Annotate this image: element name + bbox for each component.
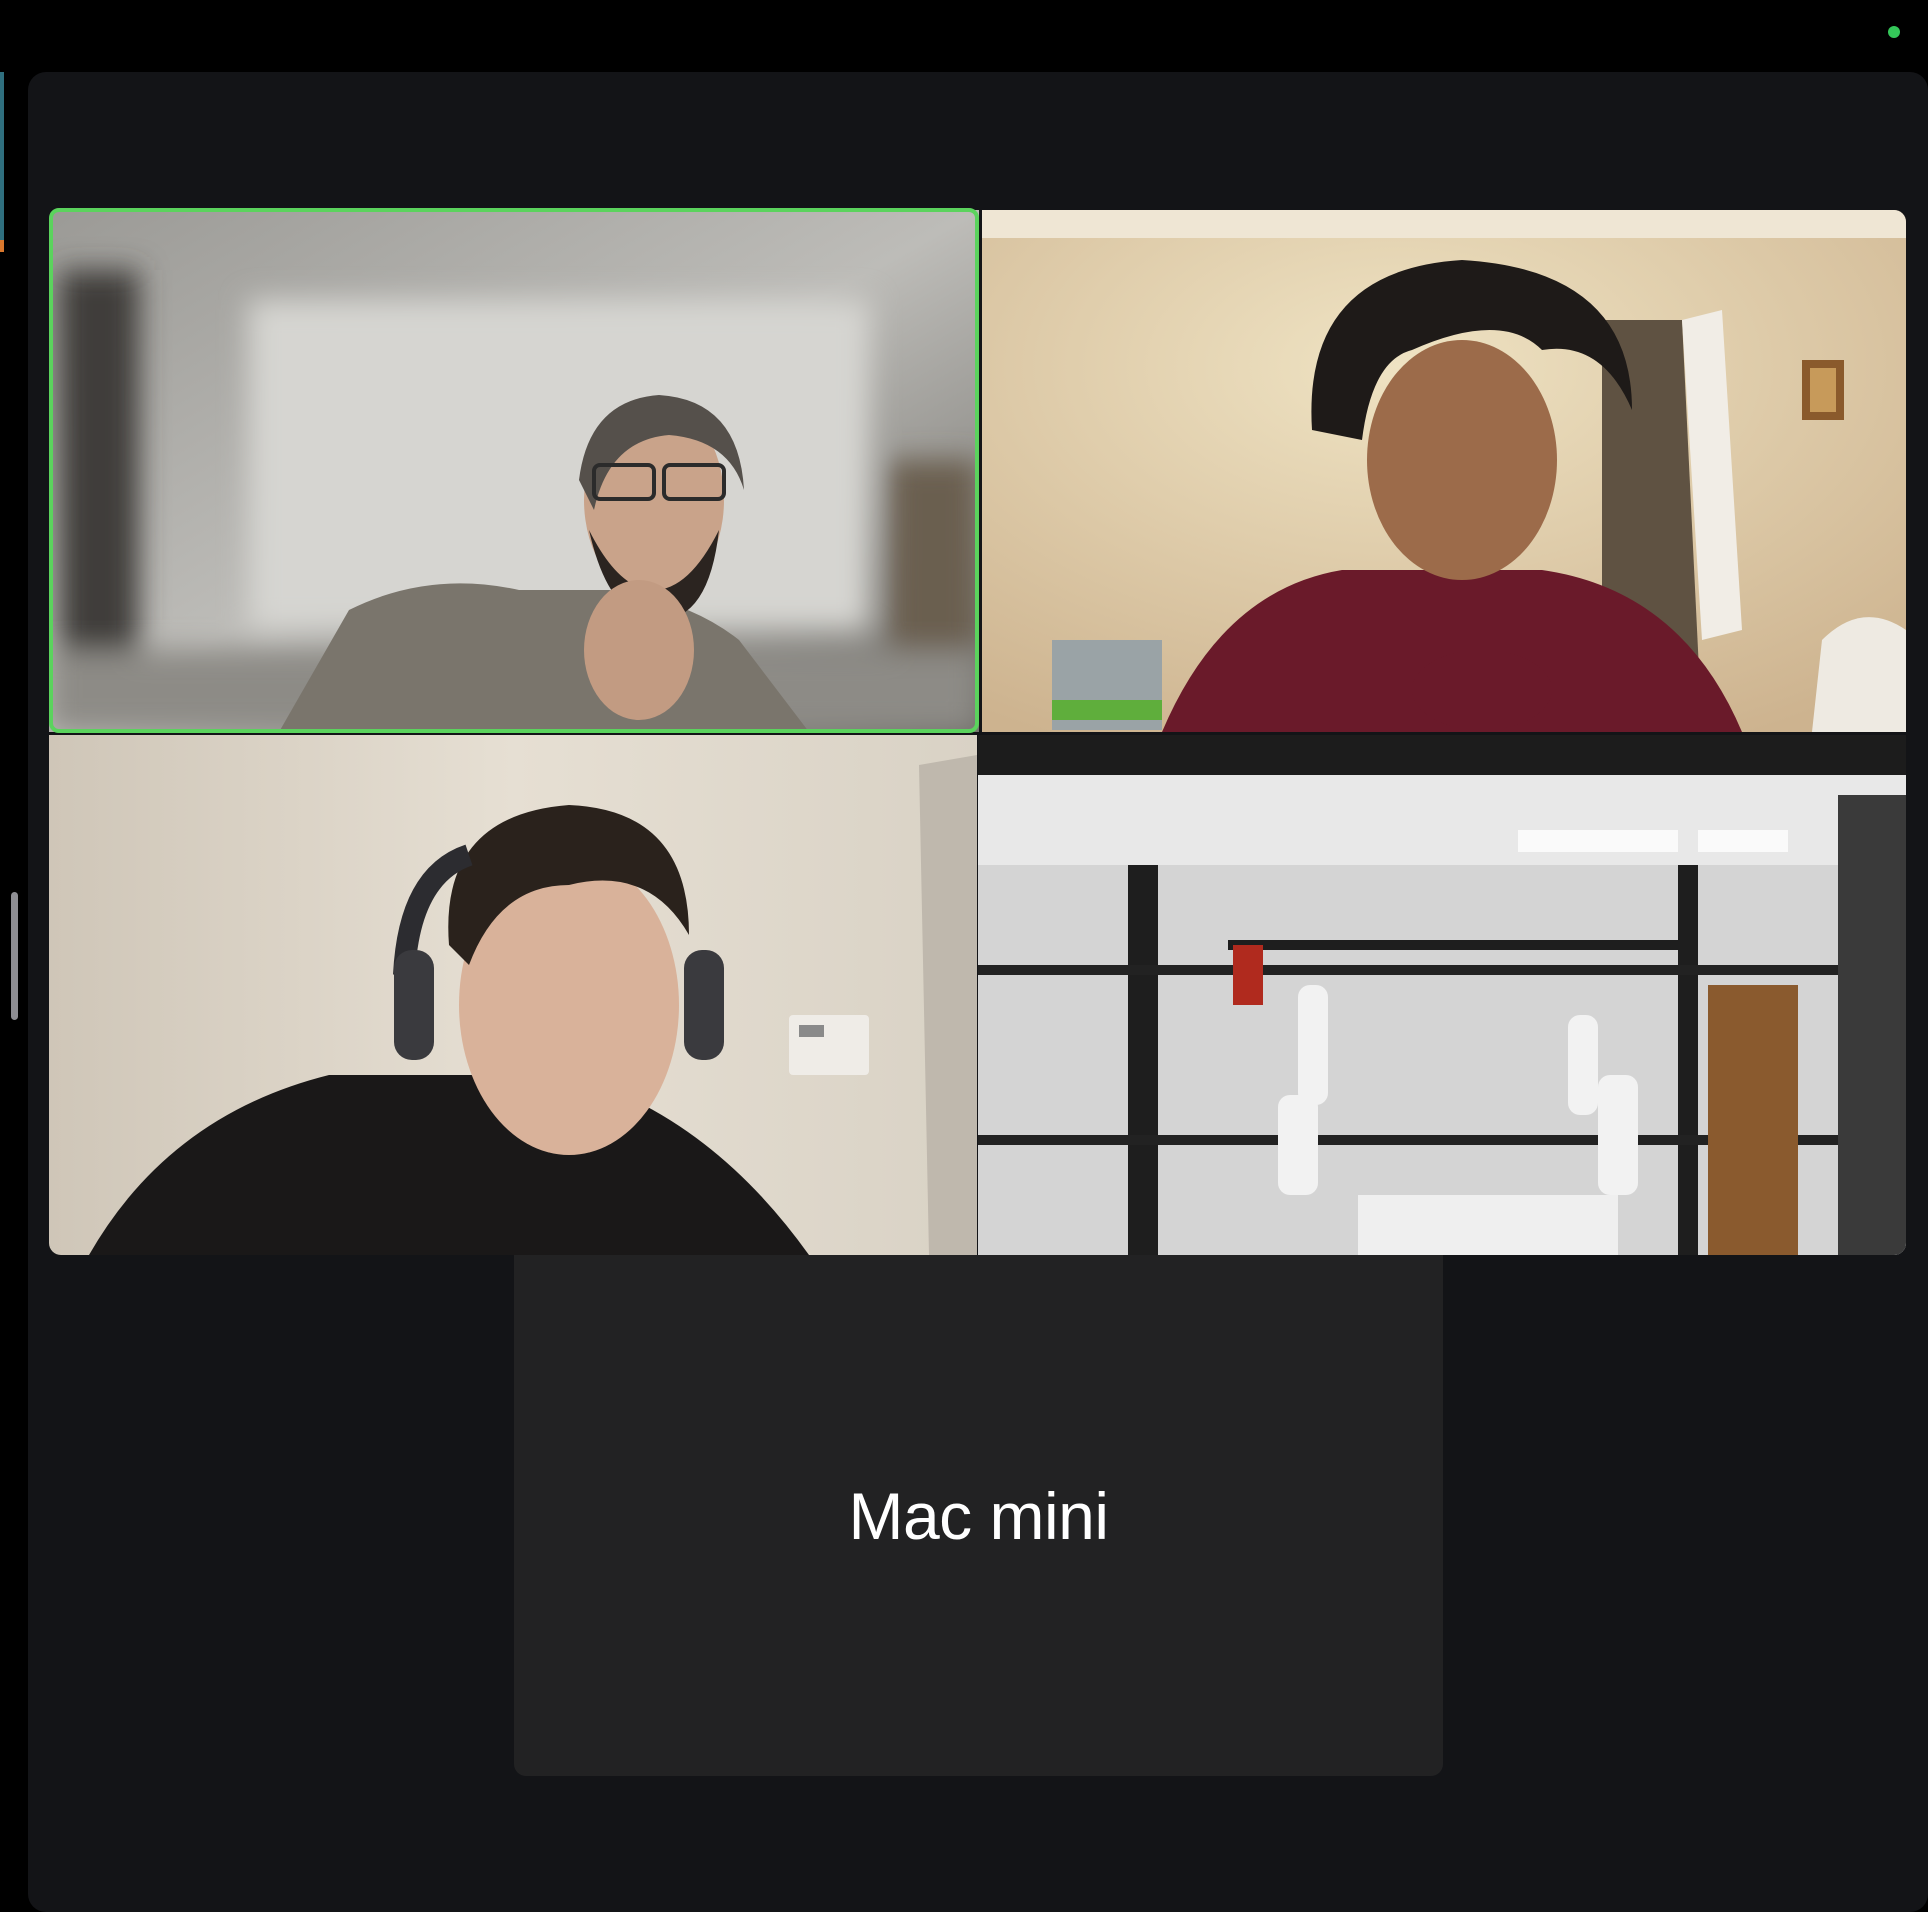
- participant-video-tile-3[interactable]: [49, 735, 977, 1255]
- participant-video-feed-1: [49, 210, 979, 732]
- participant-video-feed-2: [982, 210, 1906, 732]
- participant-video-tile-2[interactable]: [982, 210, 1906, 732]
- participant-video-tile-1[interactable]: [49, 210, 979, 732]
- participant-video-tile-4[interactable]: [978, 735, 1906, 1255]
- camera-indicator-dot: [1888, 26, 1900, 38]
- background-window-edge: [0, 72, 4, 252]
- participant-name: Mac mini: [848, 1478, 1109, 1553]
- top-bar: [0, 0, 1928, 72]
- participant-video-feed-4: [978, 735, 1906, 1255]
- participant-tile-mac-mini[interactable]: Mac mini: [514, 1255, 1443, 1776]
- participant-video-feed-3: [49, 735, 977, 1255]
- window-resize-handle[interactable]: [11, 892, 18, 1020]
- background-window-accent: [0, 240, 4, 252]
